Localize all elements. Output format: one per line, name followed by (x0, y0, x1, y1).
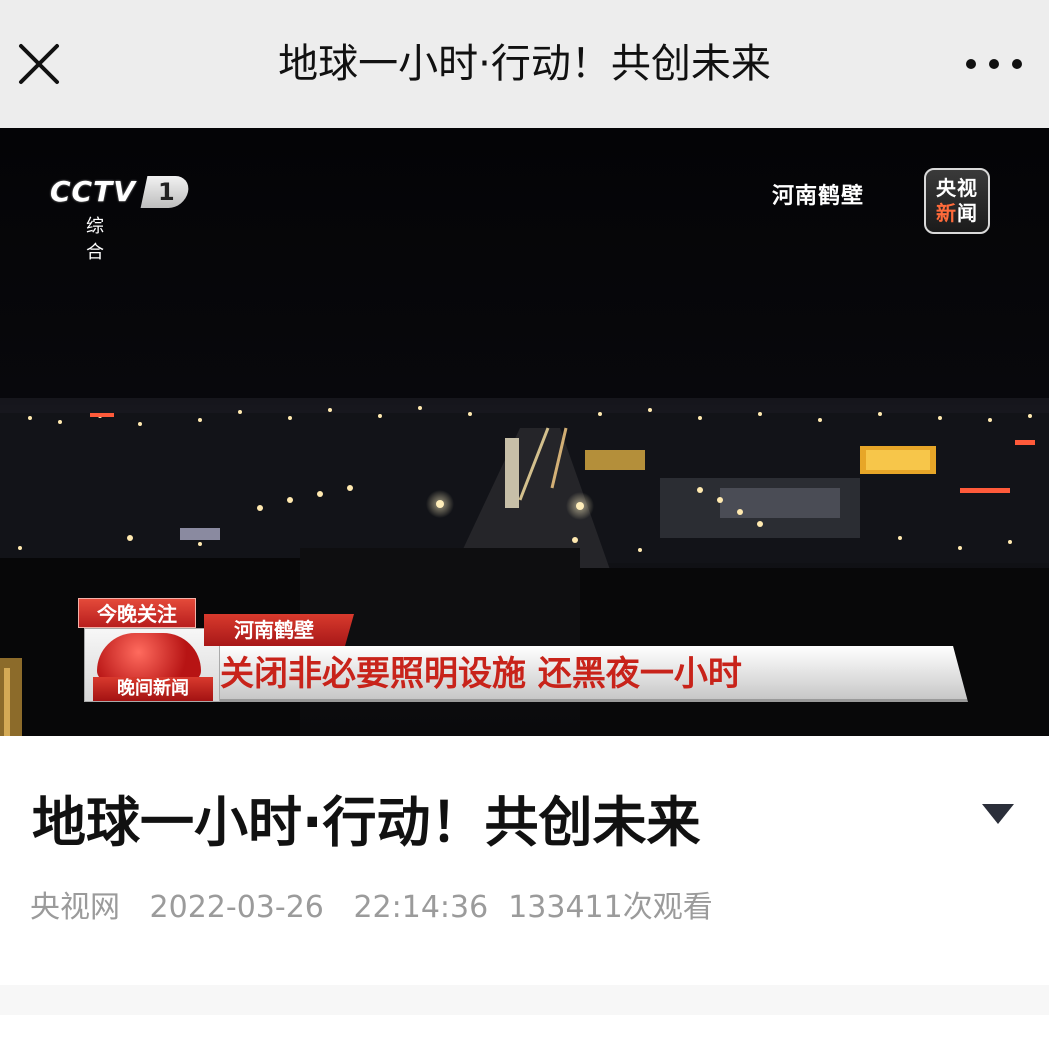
headline-bar: 关闭非必要照明设施 还黑夜一小时 (220, 646, 968, 702)
triangle-down-icon (982, 804, 1014, 824)
channel-number: 1 (157, 178, 175, 206)
article-meta: 央视网 2022-03-26 22:14:36 133411次观看 (30, 888, 733, 928)
view-count: 133411次观看 (508, 890, 713, 925)
expand-button[interactable] (980, 800, 1016, 830)
news-logo-char-a: 新 (936, 201, 957, 225)
publish-time: 22:14:36 (353, 890, 489, 925)
program-logo: 晚间新闻 (84, 628, 220, 702)
cctv-channel-logo: CCTV 1 综 合 (50, 174, 192, 263)
more-button[interactable] (963, 44, 1025, 84)
globe-icon (97, 633, 201, 681)
video-player[interactable]: CCTV 1 综 合 河南鹤壁 央视 新闻 今晚关注 晚间新闻 河南鹤壁 关闭非… (0, 128, 1049, 736)
news-logo-char-b: 闻 (957, 201, 978, 225)
page-title: 地球一小时·行动！共创未来 (278, 41, 771, 87)
cctv-news-logo: 央视 新闻 (924, 168, 990, 234)
source-label: 央视网 (30, 890, 120, 925)
publish-date: 2022-03-26 (149, 890, 324, 925)
headline-text: 关闭非必要照明设施 还黑夜一小时 (220, 654, 742, 694)
tonight-focus-tag: 今晚关注 (78, 598, 196, 628)
channel-number-badge: 1 (140, 176, 192, 208)
location-caption: 河南鹤壁 (772, 184, 865, 209)
more-icon (966, 59, 1022, 69)
cctv-wordmark: CCTV (50, 175, 136, 208)
program-name: 晚间新闻 (93, 677, 213, 701)
news-logo-line1: 央视 (936, 176, 978, 200)
close-icon (19, 44, 59, 84)
close-button[interactable] (14, 36, 64, 92)
place-tag: 河南鹤壁 (204, 614, 354, 646)
article-title: 地球一小时·行动！共创未来 (32, 791, 701, 854)
channel-name: 综 合 (86, 216, 118, 263)
lower-third-banner: 今晚关注 晚间新闻 河南鹤壁 关闭非必要照明设施 还黑夜一小时 (76, 598, 976, 708)
section-divider (0, 985, 1049, 1015)
news-logo-line2: 新闻 (926, 201, 988, 226)
top-navigation-bar: 地球一小时·行动！共创未来 (0, 0, 1049, 128)
